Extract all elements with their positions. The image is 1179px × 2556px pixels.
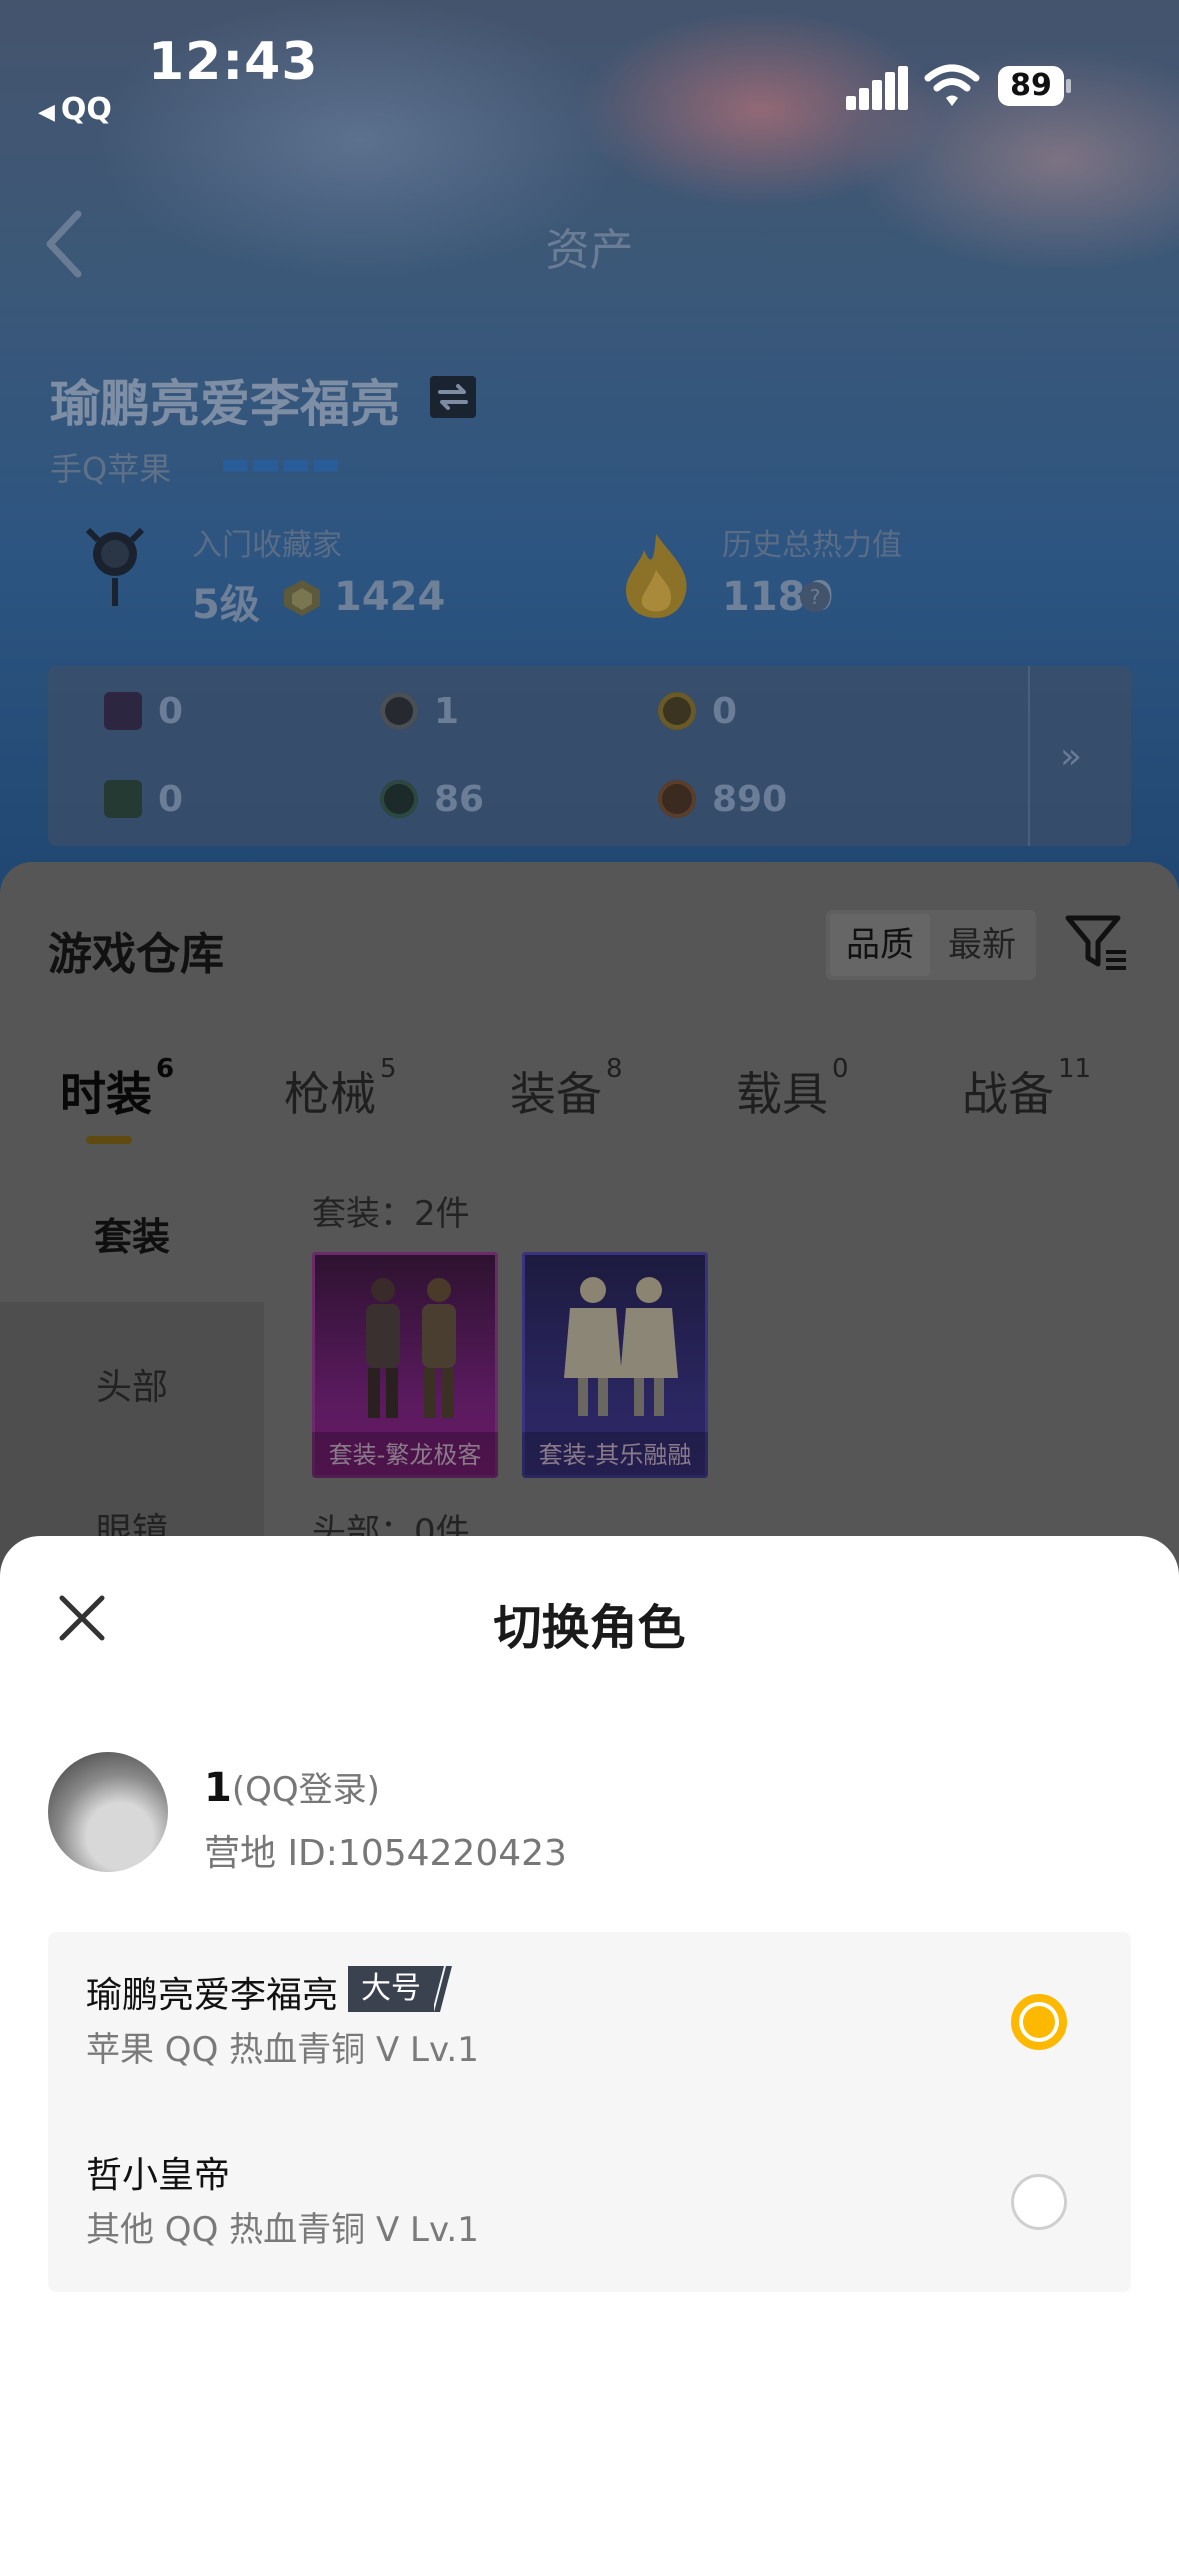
expand-more-icon[interactable]: » bbox=[1060, 736, 1082, 777]
side-nav-item-head[interactable]: 头部 bbox=[0, 1358, 264, 1410]
item-card[interactable]: 套装-其乐融融 bbox=[522, 1252, 708, 1478]
back-to-app-link[interactable]: ◀ QQ bbox=[38, 92, 112, 127]
tab-vehicles[interactable]: 载具 0 bbox=[736, 1054, 849, 1124]
role-name[interactable]: 哲小皇帝 bbox=[86, 2146, 230, 2198]
sort-quality-button[interactable]: 品质 bbox=[830, 914, 930, 976]
role-meta: 苹果 QQ 热血青铜 V Lv.1 bbox=[86, 2030, 479, 2070]
account-id: 营地 ID:1054220423 bbox=[204, 1833, 567, 1874]
filter-icon[interactable] bbox=[1064, 912, 1128, 974]
collector-level: 5级 bbox=[192, 582, 260, 628]
platform-link[interactable]: ▬▬▬▬ bbox=[220, 444, 341, 482]
gem-icon bbox=[380, 780, 418, 818]
platform-label: 手Q苹果 bbox=[50, 450, 172, 488]
currency-value: 0 bbox=[712, 691, 738, 732]
item-card[interactable]: 套装-繁龙极客 bbox=[312, 1252, 498, 1478]
bronze-coin-icon bbox=[658, 780, 696, 818]
battery-level: 89 bbox=[1010, 68, 1052, 103]
active-tab-indicator bbox=[86, 1136, 132, 1144]
ticket-icon bbox=[104, 780, 142, 818]
role-name[interactable]: 瑜鹏亮爱李福亮 bbox=[86, 1966, 338, 2018]
outfit-figure-icon bbox=[422, 1278, 456, 1418]
tab-equipment[interactable]: 装备 8 bbox=[510, 1054, 623, 1124]
panel-divider bbox=[1028, 666, 1030, 846]
medal-icon bbox=[284, 580, 320, 616]
main-account-badge: 大号 bbox=[348, 1966, 452, 2012]
tab-combat-supplies[interactable]: 战备 11 bbox=[962, 1054, 1091, 1124]
silver-coin-icon bbox=[380, 692, 418, 730]
help-icon[interactable]: ? bbox=[800, 582, 830, 612]
role-meta: 其他 QQ 热血青铜 V Lv.1 bbox=[86, 2210, 479, 2250]
currency-panel[interactable] bbox=[48, 666, 1131, 846]
role-radio-selected[interactable] bbox=[1011, 1994, 1067, 2050]
item-label: 套装-繁龙极客 bbox=[312, 1432, 498, 1478]
currency-value: 0 bbox=[158, 779, 184, 820]
currency-value: 86 bbox=[434, 779, 485, 820]
sheet-title: 切换角色 bbox=[493, 1600, 686, 1656]
section-label-suits: 套装：2件 bbox=[312, 1194, 470, 1234]
role-radio-unselected[interactable] bbox=[1011, 2174, 1067, 2230]
cellular-signal-icon bbox=[846, 66, 908, 110]
account-name: 1(QQ登录) bbox=[204, 1765, 380, 1811]
side-nav-item-suits[interactable]: 套装 bbox=[0, 1206, 264, 1261]
fire-icon bbox=[626, 534, 687, 618]
page-title: 资产 bbox=[545, 225, 634, 276]
tab-fashion[interactable]: 时装 6 bbox=[60, 1054, 174, 1124]
voucher-icon bbox=[104, 692, 142, 730]
heat-title: 历史总热力值 bbox=[722, 528, 902, 563]
medal-count: 1424 bbox=[334, 574, 446, 620]
back-app-label: QQ bbox=[60, 92, 112, 127]
switch-role-icon[interactable] bbox=[430, 376, 476, 418]
currency-value: 1 bbox=[434, 691, 460, 732]
gold-coin-icon bbox=[658, 692, 696, 730]
status-time: 12:43 bbox=[148, 32, 319, 92]
player-name: 瑜鹏亮爱李福亮 bbox=[50, 375, 400, 433]
tab-guns[interactable]: 枪械 5 bbox=[284, 1054, 397, 1124]
warehouse-title: 游戏仓库 bbox=[48, 929, 224, 980]
account-login-type: (QQ登录) bbox=[231, 1770, 380, 1810]
item-label: 套装-其乐融融 bbox=[522, 1432, 708, 1478]
wifi-icon bbox=[924, 64, 980, 106]
battery-icon: 89 bbox=[998, 66, 1072, 106]
outfit-figure-icon bbox=[620, 1277, 678, 1416]
sort-latest-button[interactable]: 最新 bbox=[932, 914, 1032, 976]
currency-value: 0 bbox=[158, 691, 184, 732]
screen: 12:43 ◀ QQ 89 资产 瑜鹏亮爱李福亮 手Q苹果 ▬▬▬▬ 入门收藏家 … bbox=[0, 0, 1179, 2556]
collector-badge-icon bbox=[85, 527, 145, 606]
collector-title: 入门收藏家 bbox=[192, 528, 342, 563]
currency-value: 890 bbox=[712, 779, 788, 820]
sort-toggle: 品质 最新 bbox=[826, 910, 1036, 980]
avatar bbox=[48, 1752, 168, 1872]
back-triangle-icon: ◀ bbox=[38, 100, 55, 125]
